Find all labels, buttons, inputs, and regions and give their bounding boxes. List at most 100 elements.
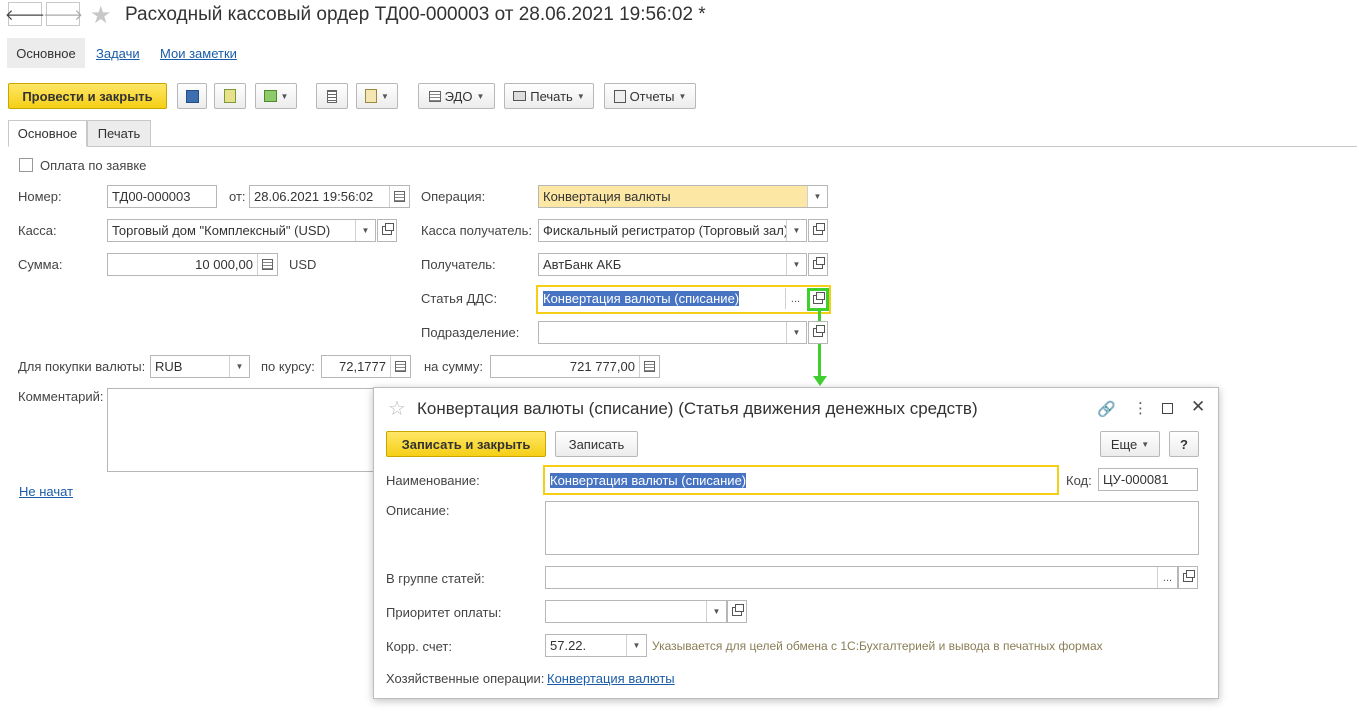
star-icon[interactable]: ★ bbox=[90, 1, 112, 30]
operations-label: Хозяйственные операции: bbox=[386, 671, 545, 686]
chevron-down-icon[interactable]: ▼ bbox=[786, 254, 806, 275]
calculator-icon[interactable] bbox=[639, 356, 659, 377]
group-open-button[interactable] bbox=[1178, 566, 1198, 589]
group-field[interactable]: ... bbox=[545, 566, 1178, 589]
more-button[interactable]: Еще ▼ bbox=[1100, 431, 1160, 457]
save-button[interactable] bbox=[177, 83, 207, 109]
attachments-button[interactable]: ▼ bbox=[356, 83, 398, 109]
currency-label: USD bbox=[289, 257, 317, 272]
operations-link[interactable]: Конвертация валюты bbox=[547, 671, 675, 686]
by-request-checkbox[interactable] bbox=[19, 158, 33, 172]
chevron-down-icon[interactable]: ▼ bbox=[355, 220, 375, 241]
operation-select[interactable]: Конвертация валюты ▼ bbox=[538, 185, 828, 208]
cash-label: Касса: bbox=[18, 223, 57, 238]
page-title: Расходный кассовый ордер ТД00-000003 от … bbox=[125, 4, 706, 25]
rate-field[interactable]: 72,1777 bbox=[321, 355, 411, 378]
star-icon[interactable]: ☆ bbox=[388, 396, 406, 421]
recipient-open-button[interactable] bbox=[808, 253, 828, 276]
post-and-close-button[interactable]: Провести и закрыть bbox=[8, 83, 167, 109]
create-based-on-button[interactable]: ▼ bbox=[255, 83, 297, 109]
save-and-close-button[interactable]: Записать и закрыть bbox=[386, 431, 546, 457]
code-label: Код: bbox=[1066, 473, 1092, 488]
account-select[interactable]: 57.22. ▼ bbox=[545, 634, 647, 657]
name-label: Наименование: bbox=[386, 473, 480, 488]
tab-main[interactable]: Основное bbox=[8, 120, 87, 147]
tab-print[interactable]: Печать bbox=[87, 120, 151, 147]
more-vertical-icon[interactable]: ⋮ bbox=[1133, 399, 1148, 417]
sum-field[interactable]: 10 000,00 bbox=[107, 253, 278, 276]
calendar-icon[interactable] bbox=[389, 186, 409, 207]
ellipsis-icon[interactable]: ... bbox=[1157, 567, 1177, 588]
priority-label: Приоритет оплаты: bbox=[386, 605, 502, 620]
dept-select[interactable]: ▼ bbox=[538, 321, 807, 344]
section-tab-main[interactable]: Основное bbox=[7, 38, 85, 68]
name-field[interactable]: Конвертация валюты (списание) bbox=[545, 467, 1057, 493]
save-button[interactable]: Записать bbox=[555, 431, 638, 457]
dds-open-button[interactable] bbox=[807, 288, 829, 311]
recipient-select[interactable]: АвтБанк АКБ ▼ bbox=[538, 253, 807, 276]
chevron-down-icon[interactable]: ▼ bbox=[706, 601, 726, 622]
cash-select[interactable]: Торговый дом "Комплексный" (USD) ▼ bbox=[107, 219, 376, 242]
chevron-down-icon[interactable]: ▼ bbox=[626, 635, 646, 656]
open-icon bbox=[813, 292, 825, 304]
amount-label: на сумму: bbox=[424, 359, 484, 374]
chevron-down-icon[interactable]: ▼ bbox=[807, 186, 827, 207]
open-icon bbox=[732, 604, 744, 616]
calculator-icon[interactable] bbox=[390, 356, 410, 377]
dialog-title: Конвертация валюты (списание) (Статья дв… bbox=[417, 399, 978, 418]
comment-textarea[interactable] bbox=[107, 388, 387, 472]
maximize-icon[interactable] bbox=[1162, 403, 1173, 414]
code-field[interactable]: ЦУ-000081 bbox=[1098, 468, 1198, 491]
tabs-divider bbox=[8, 146, 1357, 147]
dept-open-button[interactable] bbox=[808, 321, 828, 344]
buy-currency-select[interactable]: RUB ▼ bbox=[150, 355, 250, 378]
chevron-down-icon[interactable]: ▼ bbox=[229, 356, 249, 377]
cash-receiver-select[interactable]: Фискальный регистратор (Торговый зал) ▼ bbox=[538, 219, 807, 242]
recipient-label: Получатель: bbox=[421, 257, 496, 272]
status-link[interactable]: Не начат bbox=[19, 484, 73, 499]
printer-icon bbox=[513, 91, 527, 101]
number-field[interactable]: ТД00-000003 bbox=[107, 185, 217, 208]
close-icon[interactable]: ✕ bbox=[1191, 397, 1205, 417]
cash-receiver-open-button[interactable] bbox=[808, 219, 828, 242]
priority-select[interactable]: ▼ bbox=[545, 600, 727, 623]
post-document-icon bbox=[224, 89, 236, 103]
print-button[interactable]: Печать ▼ bbox=[504, 83, 594, 109]
section-tab-notes[interactable]: Мои заметки bbox=[160, 46, 237, 61]
open-icon bbox=[382, 223, 394, 235]
open-icon bbox=[813, 325, 825, 337]
structure-button[interactable] bbox=[316, 83, 348, 109]
number-label: Номер: bbox=[18, 189, 62, 204]
calculator-icon[interactable] bbox=[257, 254, 277, 275]
section-tab-tasks[interactable]: Задачи bbox=[96, 46, 140, 61]
amount-field[interactable]: 721 777,00 bbox=[490, 355, 660, 378]
chevron-down-icon[interactable]: ▼ bbox=[786, 322, 806, 343]
help-button[interactable]: ? bbox=[1169, 431, 1199, 457]
description-textarea[interactable] bbox=[545, 501, 1199, 555]
dept-label: Подразделение: bbox=[421, 325, 520, 340]
attachment-clock-icon bbox=[365, 89, 378, 103]
date-field[interactable]: 28.06.2021 19:56:02 bbox=[249, 185, 410, 208]
edo-icon bbox=[428, 90, 441, 102]
list-icon bbox=[327, 89, 337, 103]
arrow-left-icon: 🡐 bbox=[4, 6, 46, 24]
ellipsis-icon[interactable]: ... bbox=[785, 288, 805, 309]
date-from-label: от: bbox=[229, 189, 246, 204]
open-icon bbox=[1183, 570, 1195, 582]
dds-label: Статья ДДС: bbox=[421, 291, 498, 306]
reports-button[interactable]: Отчеты ▼ bbox=[604, 83, 696, 109]
forward-button[interactable]: 🡒 bbox=[43, 2, 83, 26]
open-icon bbox=[813, 257, 825, 269]
priority-open-button[interactable] bbox=[727, 600, 747, 623]
dds-item-dialog: ☆ Конвертация валюты (списание) (Статья … bbox=[373, 387, 1219, 699]
comment-label: Комментарий: bbox=[18, 389, 104, 404]
cash-open-button[interactable] bbox=[377, 219, 397, 242]
description-label: Описание: bbox=[386, 503, 450, 518]
back-button[interactable]: 🡐 bbox=[4, 2, 46, 26]
rate-label: по курсу: bbox=[261, 359, 315, 374]
edo-button[interactable]: ЭДО ▼ bbox=[418, 83, 495, 109]
link-icon[interactable]: 🔗 bbox=[1097, 400, 1116, 418]
chevron-down-icon[interactable]: ▼ bbox=[786, 220, 806, 241]
dds-field[interactable]: Конвертация валюты (списание) ... bbox=[538, 287, 806, 310]
post-button[interactable] bbox=[214, 83, 246, 109]
